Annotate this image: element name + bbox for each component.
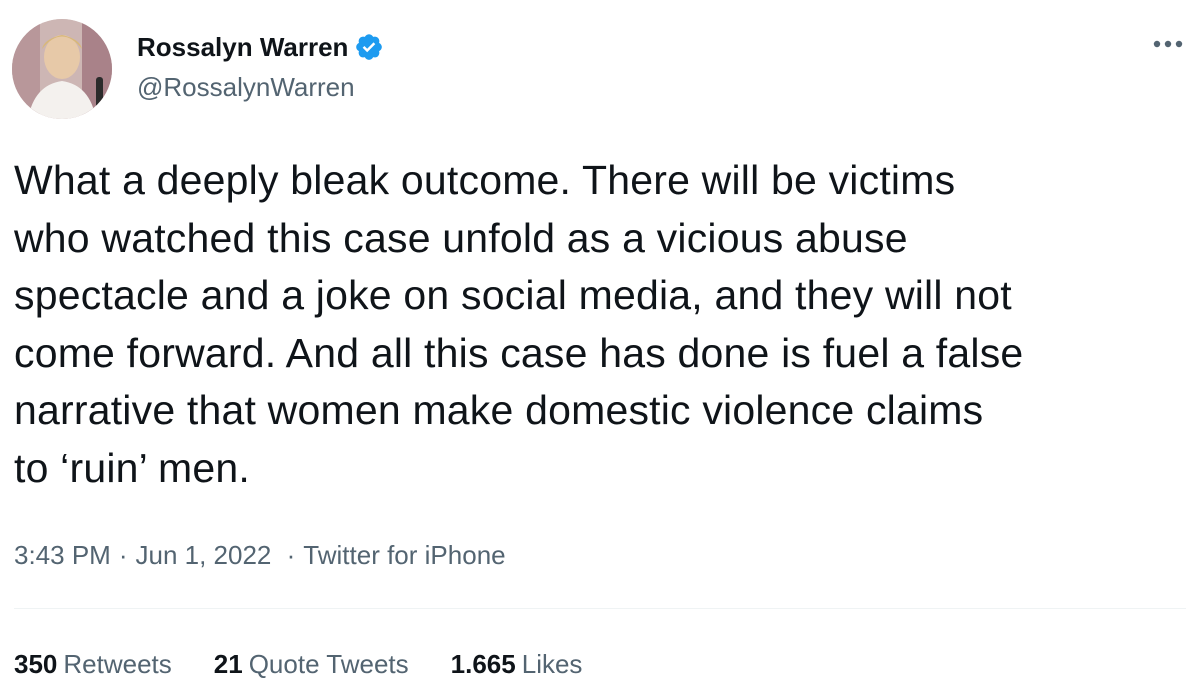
author-display-name[interactable]: Rossalyn Warren bbox=[137, 30, 348, 64]
tweet-text-line: to ‘ruin’ men. bbox=[14, 444, 250, 491]
tweet-text-line: narrative that women make domestic viole… bbox=[14, 387, 984, 433]
tweet-text-line: who watched this case unfold as a viciou… bbox=[14, 214, 908, 261]
tweet-card: Rossalyn Warren @RossalynWarren What a d… bbox=[0, 0, 1200, 679]
engagement-stats: 350 Retweets 21 Quote Tweets 1.665 Likes bbox=[14, 647, 624, 681]
tweet-source-link[interactable]: Twitter for iPhone bbox=[303, 540, 505, 570]
avatar-image bbox=[12, 19, 112, 119]
more-options-icon bbox=[1153, 40, 1183, 48]
tweet-meta: 3:43 PM · Jun 1, 2022 · Twitter for iPhone bbox=[14, 538, 506, 572]
tweet-text: What a deeply bleak outcome. There will … bbox=[14, 152, 1190, 497]
tweet-timestamp-link[interactable]: 3:43 PM · Jun 1, 2022 bbox=[14, 540, 279, 570]
tweet-time: 3:43 PM bbox=[14, 540, 111, 570]
more-options-button[interactable] bbox=[1148, 24, 1188, 64]
meta-separator: · bbox=[286, 540, 296, 570]
avatar[interactable] bbox=[12, 19, 112, 119]
retweets-stat[interactable]: 350 Retweets bbox=[14, 647, 172, 681]
quote-tweets-stat[interactable]: 21 Quote Tweets bbox=[214, 647, 409, 681]
verified-badge-icon bbox=[356, 34, 383, 60]
divider bbox=[14, 608, 1186, 609]
author-block: Rossalyn Warren @RossalynWarren bbox=[137, 30, 384, 104]
tweet-text-line: What a deeply bleak outcome. There will … bbox=[14, 157, 956, 203]
tweet-text-line: spectacle and a joke on social media, an… bbox=[14, 272, 1012, 318]
name-row: Rossalyn Warren bbox=[137, 30, 384, 64]
likes-stat[interactable]: 1.665 Likes bbox=[451, 647, 583, 681]
tweet-text-line: come forward. And all this case has done… bbox=[14, 329, 1024, 376]
meta-separator: · bbox=[118, 540, 128, 570]
tweet-date: Jun 1, 2022 bbox=[135, 540, 272, 570]
author-handle[interactable]: @RossalynWarren bbox=[137, 70, 384, 104]
